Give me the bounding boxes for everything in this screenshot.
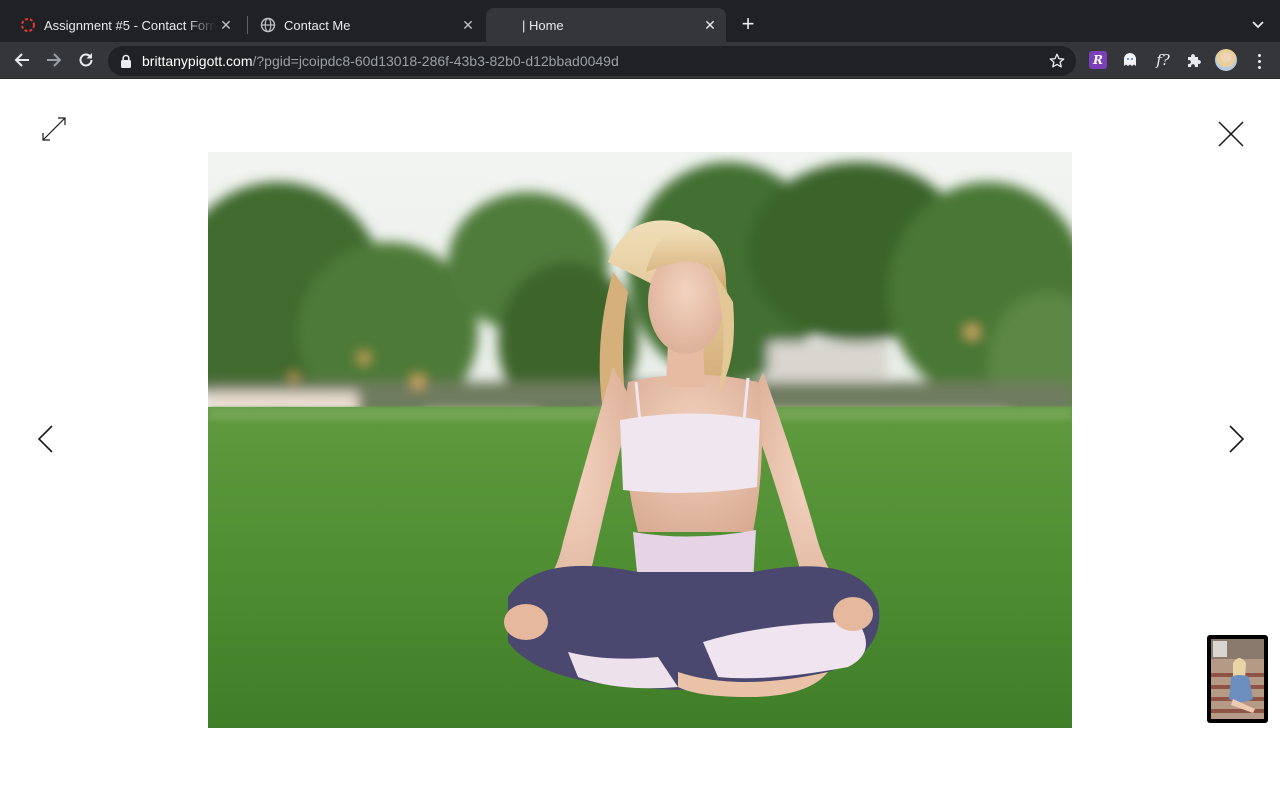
globe-icon (260, 17, 276, 33)
tab-contact-me[interactable]: Contact Me ✕ (250, 8, 484, 42)
expand-icon[interactable] (39, 114, 69, 144)
tab-title: | Home (522, 17, 564, 33)
arrow-right-icon (47, 53, 62, 67)
tab-strip: Assignment #5 - Contact Form ✕ Contact M… (0, 0, 1280, 42)
tab-separator (247, 16, 248, 34)
next-image-thumbnail[interactable] (1207, 635, 1268, 723)
ghost-extension-icon[interactable] (1121, 51, 1139, 69)
chevron-left-icon[interactable] (34, 423, 58, 455)
browser-toolbar: brittanypigott.com/?pgid=jcoipdc8-60d130… (0, 42, 1280, 79)
back-button[interactable] (10, 48, 34, 72)
puzzle-icon[interactable] (1185, 51, 1203, 69)
tab-close-icon[interactable]: ✕ (700, 15, 720, 35)
tab-close-icon[interactable]: ✕ (216, 15, 236, 35)
arrow-left-icon (14, 53, 29, 67)
address-host: brittanypigott.com (142, 53, 253, 69)
address-bar[interactable]: brittanypigott.com/?pgid=jcoipdc8-60d130… (108, 46, 1076, 76)
chevron-down-icon[interactable] (1248, 14, 1268, 34)
profile-avatar[interactable] (1215, 49, 1237, 71)
r-extension-icon[interactable]: R (1089, 51, 1107, 69)
lock-icon (121, 54, 131, 68)
tab-title: Assignment #5 - Contact Form (44, 17, 216, 33)
tab-home-active[interactable]: | Home ✕ (486, 8, 726, 42)
chevron-right-icon[interactable] (1224, 423, 1248, 455)
reload-icon (79, 53, 93, 67)
lightbox-viewer (0, 79, 1280, 800)
forward-button[interactable] (42, 48, 66, 72)
tab-close-icon[interactable]: ✕ (458, 15, 478, 35)
browser-menu-icon[interactable] (1250, 50, 1268, 72)
tab-title: Contact Me (284, 17, 351, 33)
loading-ring-icon (21, 18, 35, 32)
address-url: brittanypigott.com/?pgid=jcoipdc8-60d130… (142, 53, 619, 69)
main-photo (208, 152, 1072, 728)
close-icon[interactable] (1216, 119, 1246, 149)
font-finder-icon[interactable]: f? (1151, 51, 1175, 69)
tab-assignment[interactable]: Assignment #5 - Contact Form ✕ (8, 8, 242, 42)
address-path: /?pgid=jcoipdc8-60d13018-286f-43b3-82b0-… (252, 53, 619, 69)
reload-button[interactable] (74, 48, 98, 72)
new-tab-button[interactable]: + (736, 13, 760, 37)
bookmark-star-icon[interactable] (1048, 52, 1066, 70)
